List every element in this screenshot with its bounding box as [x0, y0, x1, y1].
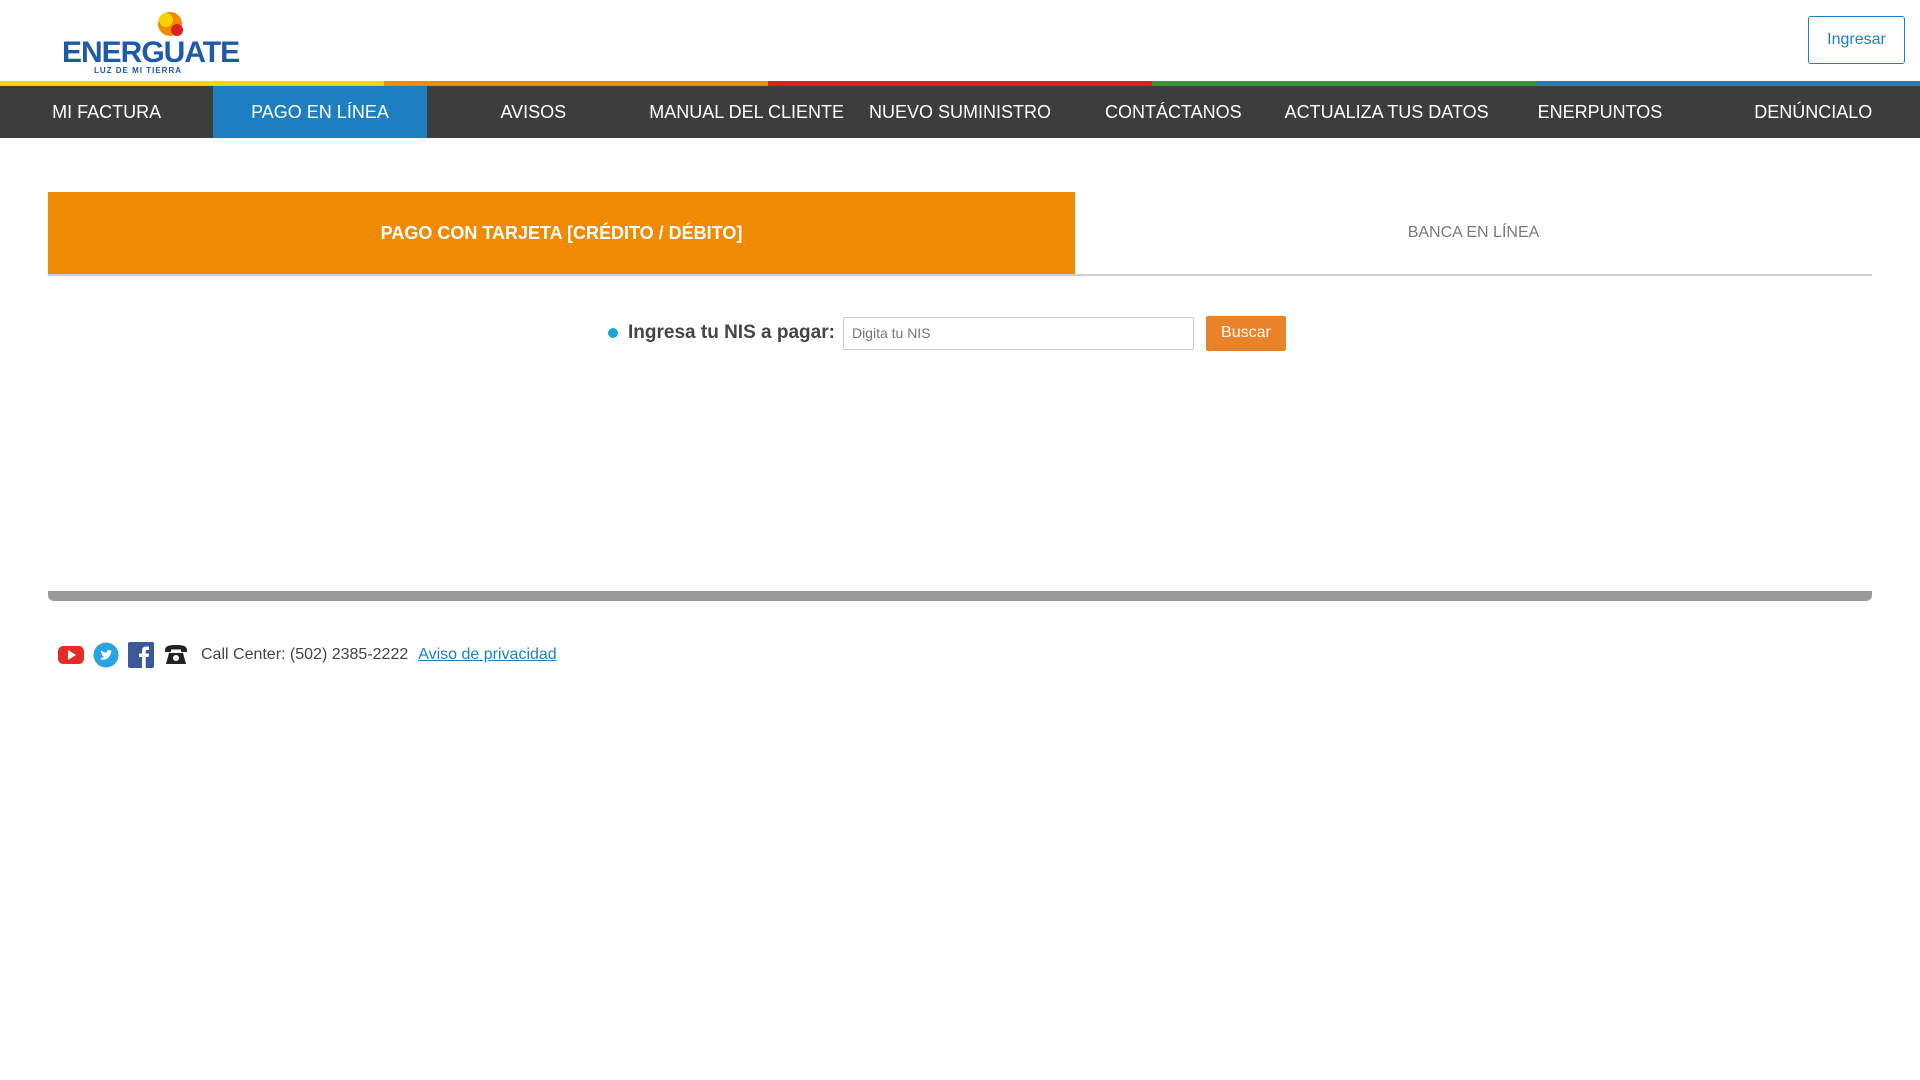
logo-tagline: LUZ DE MI TIERRA [94, 66, 182, 75]
tab-online-banking[interactable]: BANCA EN LÍNEA [1075, 192, 1872, 274]
call-center-text: Call Center: (502) 2385-2222 [201, 646, 409, 663]
site-header: ENERGUATE LUZ DE MI TIERRA Ingresar [0, 0, 1920, 81]
youtube-icon[interactable] [58, 642, 84, 668]
nav-item-enerpuntos[interactable]: ENERPUNTOS [1493, 86, 1706, 138]
search-button[interactable]: Buscar [1205, 315, 1286, 351]
energuate-logo[interactable]: ENERGUATE LUZ DE MI TIERRA [60, 8, 240, 75]
facebook-icon[interactable] [128, 642, 154, 668]
content-divider [48, 591, 1872, 601]
bullet-icon [608, 328, 618, 338]
nav-item-contactanos[interactable]: CONTÁCTANOS [1067, 86, 1280, 138]
twitter-icon[interactable] [93, 642, 119, 668]
payment-tabs: PAGO CON TARJETA [CRÉDITO / DÉBITO] BANC… [48, 192, 1872, 276]
login-button[interactable]: Ingresar [1808, 16, 1905, 64]
main-nav: MI FACTURA PAGO EN LÍNEA AVISOS MANUAL D… [0, 86, 1920, 138]
privacy-link[interactable]: Aviso de privacidad [418, 646, 556, 664]
tab-card-payment[interactable]: PAGO CON TARJETA [CRÉDITO / DÉBITO] [48, 192, 1075, 274]
nav-item-nuevo-suministro[interactable]: NUEVO SUMINISTRO [853, 86, 1066, 138]
logo-wordmark: ENERGUATE [62, 36, 240, 69]
nav-item-manual-del-cliente[interactable]: MANUAL DEL CLIENTE [640, 86, 853, 138]
nis-search-form: Ingresa tu NIS a pagar: Buscar [608, 315, 1286, 351]
nav-item-avisos[interactable]: AVISOS [427, 86, 640, 138]
nav-item-actualiza-tus-datos[interactable]: ACTUALIZA TUS DATOS [1280, 86, 1493, 138]
phone-icon [163, 642, 189, 668]
nav-item-pago-en-linea[interactable]: PAGO EN LÍNEA [213, 86, 427, 138]
nis-input[interactable] [842, 316, 1194, 350]
footer: Call Center: (502) 2385-2222 Aviso de pr… [58, 641, 557, 669]
nav-item-mi-factura[interactable]: MI FACTURA [0, 86, 213, 138]
nis-label: Ingresa tu NIS a pagar: [628, 322, 835, 343]
nav-item-denuncialo[interactable]: DENÚNCIALO [1707, 86, 1920, 138]
